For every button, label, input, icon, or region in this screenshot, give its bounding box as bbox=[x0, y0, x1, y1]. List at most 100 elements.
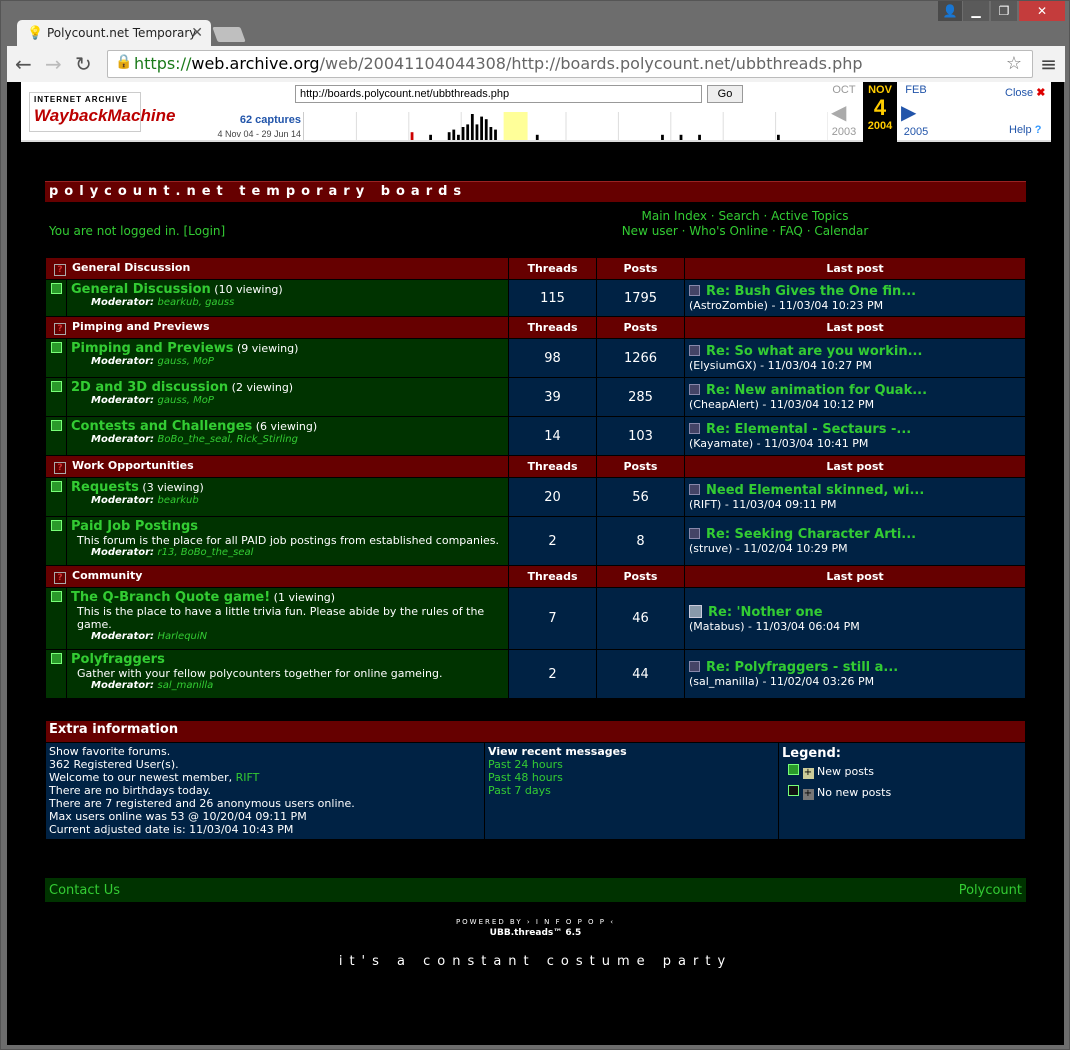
thread-count: 39 bbox=[509, 378, 596, 416]
address-bar[interactable]: 🔒 https://web.archive.org/web/2004110404… bbox=[107, 50, 1033, 78]
captures-link[interactable]: 62 captures bbox=[181, 114, 301, 126]
last-post-author: (ElysiumGX) - 11/03/04 10:27 PM bbox=[689, 359, 872, 372]
show-favorites-link[interactable]: Show favorite forums. bbox=[49, 745, 481, 758]
contact-us-link[interactable]: Contact Us bbox=[49, 883, 120, 898]
forum-info-cell: Contests and Challenges (6 viewing) Moder… bbox=[67, 417, 508, 455]
forum-link[interactable]: Polyfraggers bbox=[71, 652, 165, 667]
nav-links-row-2[interactable]: New user · Who's Online · FAQ · Calendar bbox=[545, 224, 945, 239]
moderator-links[interactable]: bearkub bbox=[158, 495, 199, 506]
moderator-links[interactable]: HarlequiN bbox=[158, 631, 208, 642]
moderator-links[interactable]: gauss, MoP bbox=[158, 395, 214, 406]
reload-icon[interactable]: ↻ bbox=[75, 52, 92, 76]
newest-label: Welcome to our newest member, bbox=[49, 771, 236, 784]
forum-row: Polyfraggers Gather with your fellow poly… bbox=[46, 650, 1025, 698]
legend-none: No new posts bbox=[817, 786, 892, 799]
next-month[interactable]: FEB bbox=[901, 84, 931, 96]
thread-count: 98 bbox=[509, 339, 596, 377]
new-posts-icon bbox=[50, 653, 62, 664]
category-name-cell[interactable]: ? General Discussion bbox=[46, 258, 508, 279]
moderator-links[interactable]: bearkub, gauss bbox=[158, 297, 235, 308]
category-name-cell[interactable]: ? Community bbox=[46, 566, 508, 587]
last-post-link[interactable]: Re: Elemental - Sectaurs -... bbox=[706, 422, 911, 437]
category-name: General Discussion bbox=[72, 261, 191, 274]
spark-bar bbox=[429, 134, 432, 140]
past-7-link[interactable]: Past 7 days bbox=[488, 784, 775, 797]
window-close-button[interactable]: ✕ bbox=[1019, 1, 1065, 21]
help-icon[interactable]: ? bbox=[54, 462, 66, 474]
wayback-help[interactable]: Help ? bbox=[1009, 124, 1041, 136]
help-icon[interactable]: ? bbox=[54, 572, 66, 584]
thread-count: 14 bbox=[509, 417, 596, 455]
wayback-logo[interactable]: INTERNET ARCHIVE WaybackMachine bbox=[29, 92, 175, 132]
nav-links-row-1[interactable]: Main Index · Search · Active Topics bbox=[545, 209, 945, 224]
legend-new: New posts bbox=[817, 765, 874, 778]
last-post-link[interactable]: Need Elemental skinned, wi... bbox=[706, 483, 924, 498]
forum-link[interactable]: Requests bbox=[71, 480, 139, 495]
recent-cell: View recent messages Past 24 hours Past … bbox=[485, 743, 778, 839]
go-button[interactable]: Go bbox=[707, 85, 743, 103]
forum-link[interactable]: Paid Job Postings bbox=[71, 519, 198, 534]
restore-button[interactable]: ❐ bbox=[991, 1, 1017, 21]
spark-highlight bbox=[503, 112, 528, 140]
moderator-links[interactable]: gauss, MoP bbox=[158, 356, 214, 367]
back-arrow-icon[interactable]: ← bbox=[15, 52, 32, 76]
close-tab-icon[interactable]: ✕ bbox=[191, 25, 203, 41]
forum-link[interactable]: Pimping and Previews bbox=[71, 341, 234, 356]
category-name-cell[interactable]: ? Work Opportunities bbox=[46, 456, 508, 477]
minimize-button[interactable]: ▁ bbox=[963, 1, 989, 21]
last-post-link[interactable]: Re: Bush Gives the One fin... bbox=[706, 284, 916, 299]
registered-users: 362 Registered User(s). bbox=[49, 758, 179, 771]
menu-icon[interactable]: ≡ bbox=[1040, 52, 1057, 76]
login-link[interactable]: [Login] bbox=[183, 224, 225, 238]
spark-bar bbox=[480, 116, 483, 140]
past-48-link[interactable]: Past 48 hours bbox=[488, 771, 775, 784]
prev-month[interactable]: OCT bbox=[829, 84, 859, 96]
forward-arrow-icon[interactable]: → bbox=[45, 52, 62, 76]
help-icon[interactable]: ? bbox=[54, 264, 66, 276]
capture-sparkline[interactable] bbox=[303, 112, 828, 140]
spark-bar bbox=[475, 124, 479, 140]
powered-by[interactable]: POWERED BY › I N F O P O P ‹ bbox=[45, 918, 1026, 926]
last-post-link[interactable]: Re: New animation for Quak... bbox=[706, 383, 927, 398]
past-24-link[interactable]: Past 24 hours bbox=[488, 758, 775, 771]
moderator-links[interactable]: BoBo_the_seal, Rick_Stirling bbox=[158, 434, 298, 445]
forum-link[interactable]: 2D and 3D discussion bbox=[71, 380, 228, 395]
spark-bar bbox=[679, 134, 683, 140]
last-post-link[interactable]: Re: So what are you workin... bbox=[706, 344, 922, 359]
last-post-author: (sal_manilla) - 11/02/04 03:26 PM bbox=[689, 675, 875, 688]
post-count: 285 bbox=[597, 378, 684, 416]
category-name-cell[interactable]: ? Pimping and Previews bbox=[46, 317, 508, 338]
category-header: ? General Discussion Threads Posts Last post bbox=[46, 258, 1025, 279]
last-post-link[interactable]: Re: Polyfraggers - still a... bbox=[706, 660, 898, 675]
last-post-link[interactable]: Re: Seeking Character Arti... bbox=[706, 527, 916, 542]
forum-row: Requests (3 viewing) Moderator: bearkub 20… bbox=[46, 478, 1025, 516]
prev-arrow-icon[interactable]: ◀ bbox=[831, 100, 846, 125]
bookmark-star-icon[interactable]: ☆ bbox=[1006, 53, 1022, 74]
posts-header: Posts bbox=[597, 566, 684, 587]
forum-link[interactable]: General Discussion bbox=[71, 282, 211, 297]
new-tab-button[interactable] bbox=[212, 27, 246, 42]
help-icon[interactable]: ? bbox=[54, 323, 66, 335]
newest-member-link[interactable]: RIFT bbox=[236, 771, 260, 784]
help-icon: ? bbox=[1034, 124, 1042, 136]
spark-bar bbox=[447, 132, 451, 140]
last-post-link[interactable]: Re: 'Nother one bbox=[708, 605, 823, 620]
moderator-links[interactable]: sal_manilla bbox=[158, 680, 214, 691]
site-title: polycount.net temporary boards bbox=[45, 181, 1026, 202]
browser-tab[interactable]: 💡 Polycount.net Temporary ✕ bbox=[17, 20, 211, 48]
user-icon[interactable]: 👤 bbox=[938, 1, 962, 21]
moderator-links[interactable]: r13, BoBo_the_seal bbox=[158, 547, 254, 558]
post-count: 44 bbox=[597, 650, 684, 698]
category-header: ? Work Opportunities Threads Posts Last post bbox=[46, 456, 1025, 477]
forum-status-cell bbox=[46, 517, 66, 565]
top-nav-links: Main Index · Search · Active Topics New … bbox=[545, 209, 945, 239]
forum-link[interactable]: Contests and Challenges bbox=[71, 419, 252, 434]
forum-link[interactable]: The Q-Branch Quote game! bbox=[71, 590, 270, 605]
users-online: There are 7 registered and 26 anonymous … bbox=[49, 797, 355, 810]
spark-bar bbox=[452, 129, 456, 140]
wayback-url-input[interactable] bbox=[295, 85, 702, 103]
polycount-link[interactable]: Polycount bbox=[959, 883, 1022, 898]
post-count: 8 bbox=[597, 517, 684, 565]
wayback-close[interactable]: Close ✖ bbox=[1005, 86, 1045, 99]
next-arrow-icon[interactable]: ▶ bbox=[901, 100, 916, 125]
